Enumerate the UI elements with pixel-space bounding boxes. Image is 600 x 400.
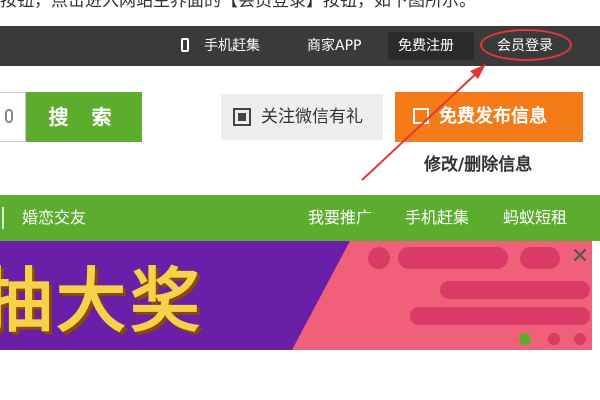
search-button[interactable]: 搜 索 <box>26 92 142 142</box>
merchant-app-link[interactable]: 商家APP <box>307 26 361 66</box>
promo-banner[interactable]: 抽大奖 ✕ <box>0 241 592 350</box>
nav-item-dating[interactable]: 婚恋交友 <box>22 195 86 241</box>
follow-wechat-label: 关注微信有礼 <box>261 107 363 127</box>
close-icon[interactable]: ✕ <box>570 246 590 268</box>
article-caption-strip: 按钮，点击进入网站主界面的【会员登录】按钮，如下图所示。 <box>0 0 600 26</box>
article-caption-text: 按钮，点击进入网站主界面的【会员登录】按钮，如下图所示。 <box>0 0 476 11</box>
edit-delete-info-link[interactable]: 修改/删除信息 <box>424 150 532 175</box>
login-highlight-oval <box>480 29 572 61</box>
mobile-link[interactable]: 手机赶集 <box>204 26 260 66</box>
nav-item-promote[interactable]: 我要推广 <box>308 195 372 241</box>
banner-deco-bar <box>410 307 590 325</box>
edit-icon <box>413 108 429 124</box>
qr-code-icon <box>233 108 251 126</box>
microphone-icon[interactable] <box>5 109 13 123</box>
banner-deco-bar <box>398 247 508 269</box>
top-bar: 手机赶集 商家APP 免费注册 会员登录 <box>0 26 600 66</box>
carousel-dot-active[interactable] <box>519 333 531 345</box>
publish-info-button[interactable]: 免费发布信息 <box>395 92 583 142</box>
nav-item-short-rent[interactable]: 蚂蚁短租 <box>503 195 567 241</box>
nav-divider <box>2 207 4 229</box>
nav-item-mobile[interactable]: 手机赶集 <box>405 195 469 241</box>
carousel-dot[interactable] <box>574 333 586 345</box>
publish-info-label: 免费发布信息 <box>439 106 547 127</box>
banner-deco-bar <box>520 247 560 269</box>
banner-deco-bar <box>440 281 590 299</box>
register-button[interactable]: 免费注册 <box>398 26 454 66</box>
follow-wechat-button[interactable]: 关注微信有礼 <box>221 94 383 140</box>
mobile-phone-icon <box>181 38 189 52</box>
banner-headline: 抽大奖 <box>0 259 204 342</box>
category-nav-bar: 婚恋交友 我要推广 手机赶集 蚂蚁短租 <box>0 195 600 241</box>
search-input[interactable] <box>0 92 26 142</box>
banner-deco-circle <box>368 247 390 269</box>
carousel-dot[interactable] <box>548 333 560 345</box>
